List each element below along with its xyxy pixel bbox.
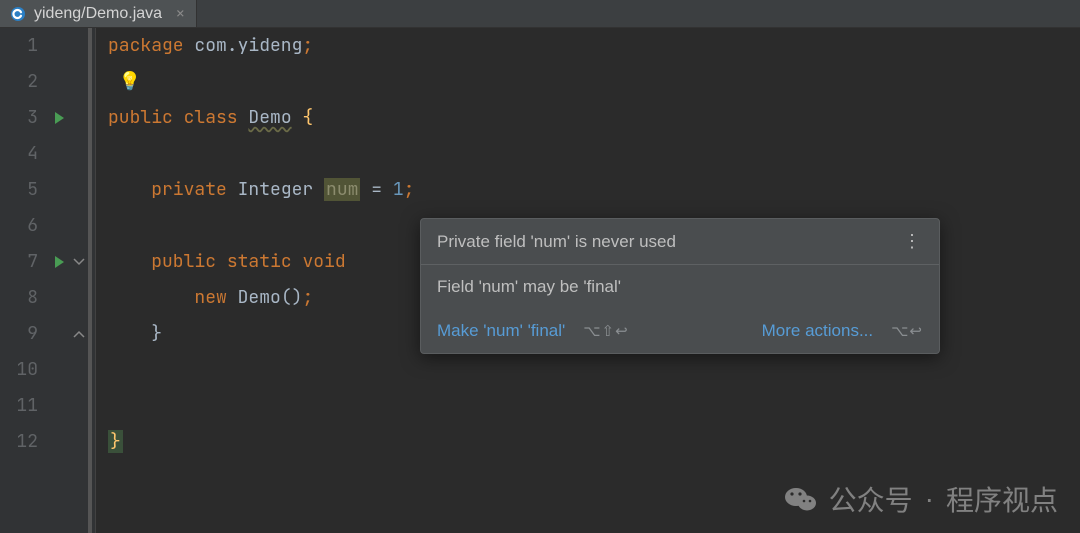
shortcut-hint: ⌥⇧↩ (583, 322, 628, 340)
tooltip-more-icon[interactable]: ⋮ (903, 231, 923, 252)
code-line[interactable]: private Integer num = 1; (108, 172, 1080, 208)
line-number[interactable]: 7 (0, 244, 38, 280)
code-line[interactable] (108, 352, 1080, 388)
fold-end-icon[interactable] (70, 316, 88, 352)
line-numbers: 1 2 3 4 5 6 7 8 9 10 11 12 (0, 28, 48, 533)
tooltip-actions: Make 'num' 'final' ⌥⇧↩ More actions... ⌥… (421, 309, 939, 353)
line-number[interactable]: 6 (0, 208, 38, 244)
run-gutter-icon[interactable] (48, 244, 70, 280)
line-number[interactable]: 4 (0, 136, 38, 172)
code-line[interactable]: public class Demo { (108, 100, 1080, 136)
code-line[interactable]: } (108, 424, 1080, 460)
tab-bar: yideng/Demo.java ✕ (0, 0, 1080, 28)
quickfix-link[interactable]: Make 'num' 'final' (437, 321, 565, 341)
line-number[interactable]: 10 (0, 352, 38, 388)
line-number[interactable]: 5 (0, 172, 38, 208)
line-number[interactable]: 1 (0, 28, 38, 64)
code-line[interactable]: 💡 (108, 64, 1080, 100)
gutter: 1 2 3 4 5 6 7 8 9 10 11 12 (0, 28, 96, 533)
highlighted-field[interactable]: num (324, 178, 360, 201)
tooltip-message: Private field 'num' is never used ⋮ (421, 219, 939, 264)
intention-bulb-icon[interactable]: 💡 (119, 70, 141, 93)
watermark: 公众号 · 程序视点 (783, 479, 1058, 519)
run-gutter-icon[interactable] (48, 100, 70, 136)
wechat-icon (783, 481, 819, 517)
code-line[interactable] (108, 136, 1080, 172)
fold-start-icon[interactable] (70, 244, 88, 280)
tooltip-message: Field 'num' may be 'final' (421, 265, 939, 309)
tab-label: yideng/Demo.java (34, 5, 162, 23)
line-number[interactable]: 8 (0, 280, 38, 316)
watermark-text: 公众号 (829, 479, 913, 519)
line-number[interactable]: 9 (0, 316, 38, 352)
more-actions-link[interactable]: More actions... (762, 321, 874, 341)
code-line[interactable]: package com.yideng; (108, 28, 1080, 64)
line-number[interactable]: 3 (0, 100, 38, 136)
line-number[interactable]: 11 (0, 388, 38, 424)
java-class-icon (10, 6, 26, 22)
file-tab[interactable]: yideng/Demo.java ✕ (0, 0, 197, 27)
line-number[interactable]: 12 (0, 424, 38, 460)
matched-brace: } (108, 430, 123, 453)
line-number[interactable]: 2 (0, 64, 38, 100)
gutter-run-marks (48, 28, 70, 533)
close-tab-icon[interactable]: ✕ (176, 5, 184, 23)
gutter-fold-marks (70, 28, 92, 533)
watermark-dot: · (925, 483, 934, 515)
watermark-text: 程序视点 (946, 479, 1058, 519)
shortcut-hint: ⌥↩ (891, 322, 923, 340)
inspection-tooltip: Private field 'num' is never used ⋮ Fiel… (420, 218, 940, 354)
code-line[interactable] (108, 388, 1080, 424)
